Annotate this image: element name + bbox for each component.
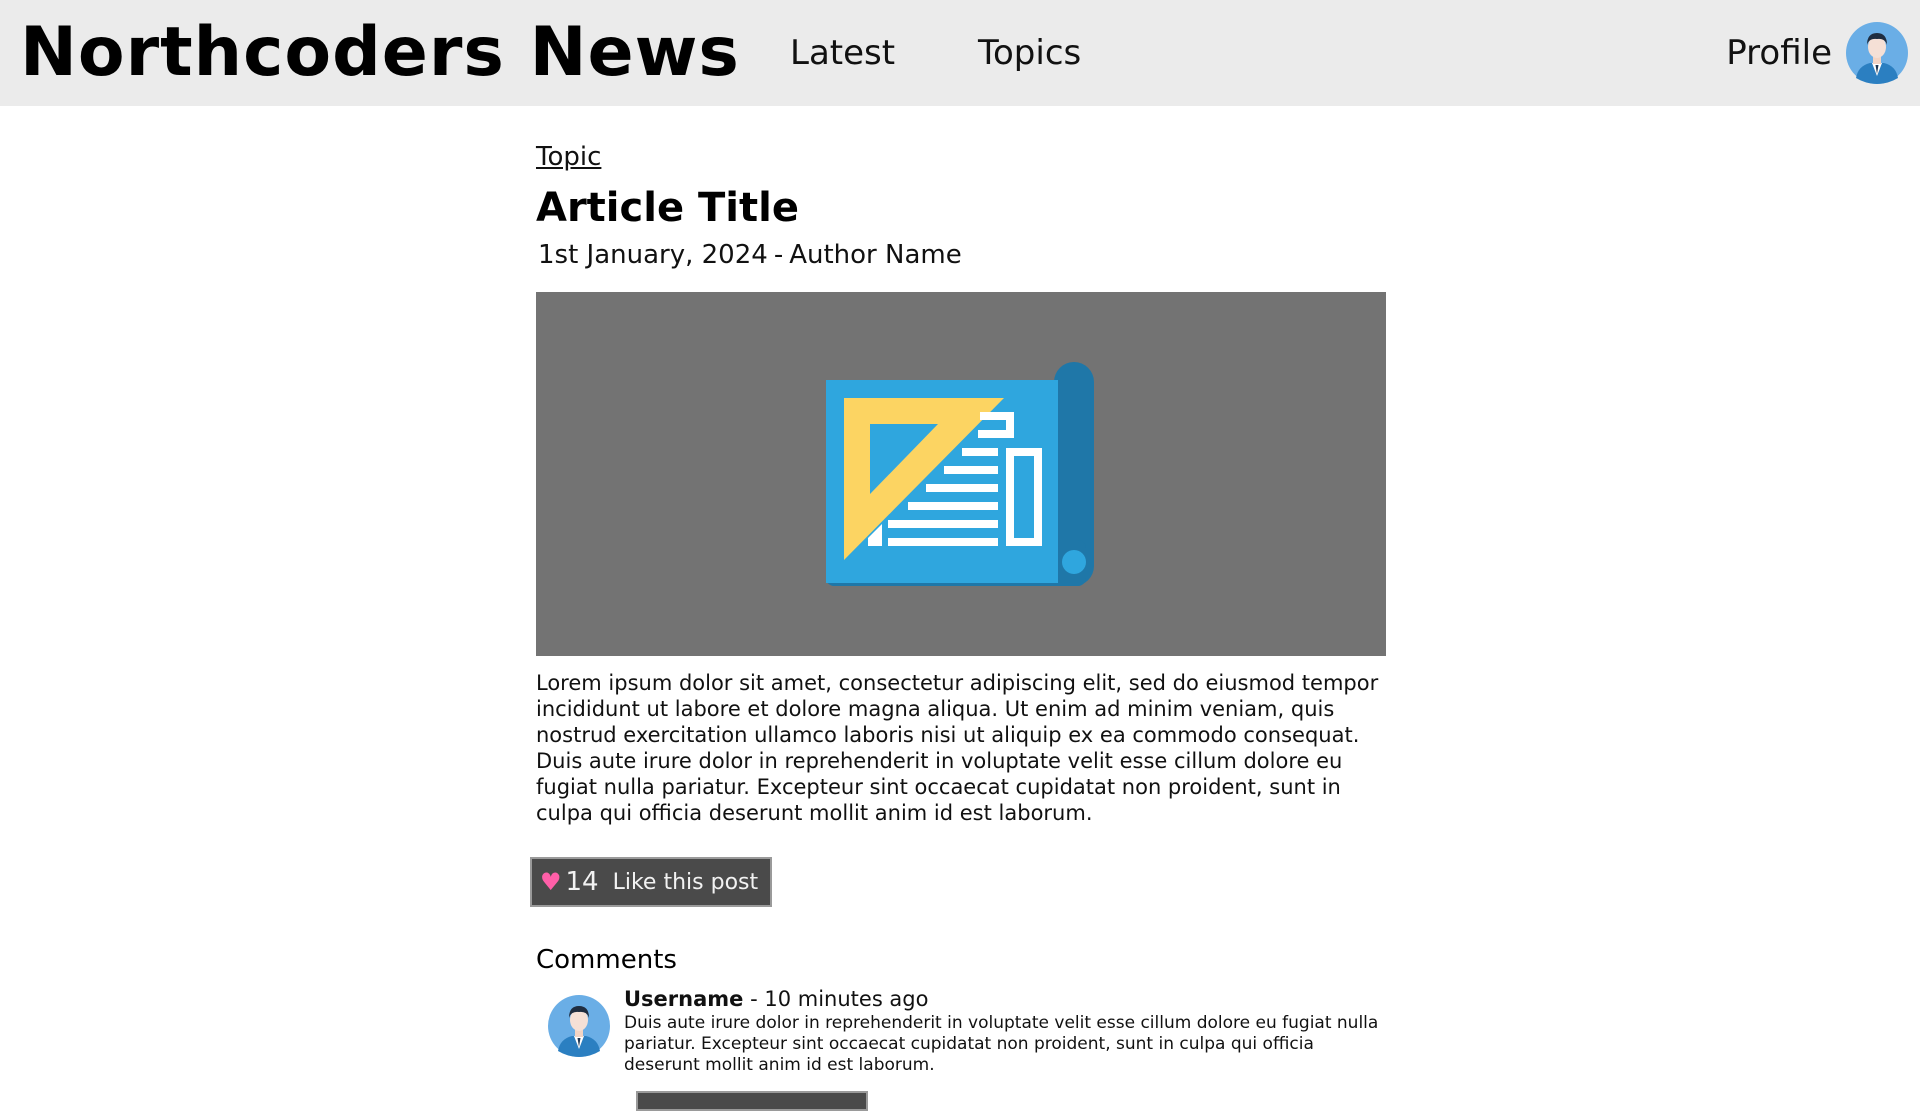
comment-body: Username - 10 minutes ago Duis aute irur…	[624, 985, 1384, 1076]
nav-link-latest[interactable]: Latest	[790, 30, 895, 76]
topic-link[interactable]: Topic	[536, 140, 601, 174]
comment-item: Username - 10 minutes ago Duis aute irur…	[536, 985, 1386, 1111]
article-author: Author Name	[789, 240, 962, 270]
user-avatar-icon[interactable]	[1846, 22, 1908, 84]
newspaper-icon	[826, 362, 1094, 586]
profile-link[interactable]: Profile	[1726, 30, 1832, 76]
article-body: Lorem ipsum dolor sit amet, consectetur …	[536, 671, 1379, 825]
comment-text: Duis aute irure dolor in reprehenderit i…	[624, 1013, 1379, 1075]
byline-separator: -	[773, 240, 784, 270]
article-byline: 1st January, 2024- Author Name	[536, 238, 1386, 272]
like-count: 14	[565, 867, 599, 897]
article-date: 1st January, 2024	[538, 240, 768, 270]
like-button[interactable]: ♥ 14 Like this post	[530, 857, 773, 907]
comment-username[interactable]: Username	[624, 987, 743, 1011]
article-hero-image	[536, 292, 1386, 656]
site-brand[interactable]: Northcoders News	[20, 10, 740, 96]
article-container: Topic Article Title 1st January, 2024- Au…	[530, 140, 1386, 1111]
nav-link-topics[interactable]: Topics	[978, 30, 1081, 76]
top-nav-bar: Northcoders News Latest Topics Profile	[0, 0, 1920, 106]
comments-heading: Comments	[536, 945, 677, 975]
comment-time: 10 minutes ago	[764, 987, 929, 1011]
comment-like-button[interactable]	[636, 1091, 868, 1111]
comment-meta: Username - 10 minutes ago	[624, 985, 1384, 1013]
like-button-label: Like this post	[612, 869, 759, 895]
user-avatar-icon[interactable]	[548, 995, 610, 1057]
comment-separator: -	[750, 987, 758, 1011]
heart-icon: ♥	[540, 868, 562, 896]
article-title: Article Title	[536, 185, 799, 231]
